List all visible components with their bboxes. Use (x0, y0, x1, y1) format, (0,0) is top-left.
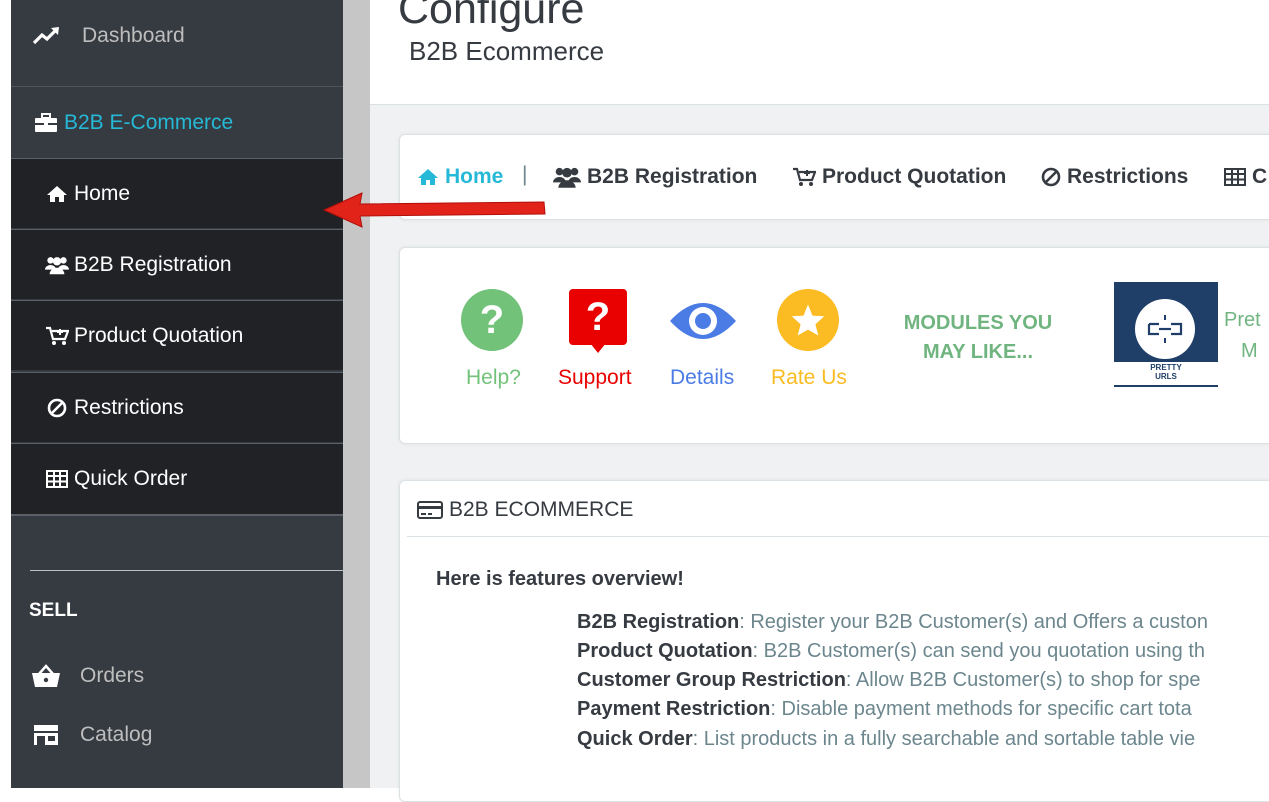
feature-desc: : B2B Customer(s) can send you quotation… (752, 640, 1206, 662)
table-icon (1224, 168, 1246, 186)
annotation-arrow-icon (322, 192, 546, 228)
sidebar-item-quick-order[interactable]: Quick Order (11, 443, 343, 516)
feature-item: Product Quotation: B2B Customer(s) can s… (577, 640, 1205, 663)
star-icon[interactable] (777, 289, 839, 351)
sidebar-item-b2b-registration[interactable]: B2B Registration (11, 229, 343, 299)
sidebar-item-home[interactable]: Home (11, 158, 343, 228)
promo-title-partial-2[interactable]: M (1241, 340, 1258, 363)
support-icon-tail (590, 343, 606, 353)
eye-icon[interactable] (668, 293, 738, 354)
users-icon (45, 255, 69, 275)
home-icon (45, 185, 69, 203)
thumbnail-line-1: PRETTY (1150, 363, 1182, 372)
feature-desc: : List products in a fully searchable an… (692, 728, 1196, 750)
sidebar-item-restrictions[interactable]: Restrictions (11, 372, 343, 442)
sidebar-item-label: B2B Registration (74, 252, 232, 276)
ban-icon (1041, 167, 1061, 187)
feature-item: Customer Group Restriction: Allow B2B Cu… (577, 669, 1201, 692)
store-icon (33, 724, 59, 746)
link-icon (1135, 299, 1195, 359)
support-icon[interactable]: ? (569, 289, 627, 345)
tab-label: Product Quotation (822, 165, 1007, 188)
tab-home[interactable]: Home (417, 163, 503, 191)
sidebar-gutter (343, 0, 370, 788)
modules-line-1: MODULES YOU (903, 312, 1053, 334)
modules-heading: MODULES YOU MAY LIKE... (893, 309, 1063, 367)
home-icon (418, 169, 438, 185)
module-label: B2B E-Commerce (64, 111, 234, 134)
panel-heading: B2B ECOMMERCE (417, 498, 633, 522)
module-thumbnail[interactable]: PRETTY URLS (1114, 282, 1218, 388)
sidebar-item-product-quotation[interactable]: Product Quotation (11, 300, 343, 370)
support-link[interactable]: Support (558, 366, 632, 390)
feature-item: Payment Restriction: Disable payment met… (577, 698, 1192, 721)
sidebar-item-label: Restrictions (74, 395, 184, 419)
help-icon[interactable]: ? (461, 289, 523, 351)
thumbnail-caption: PRETTY URLS (1114, 363, 1218, 381)
details-link[interactable]: Details (670, 366, 734, 390)
page-subtitle: B2B Ecommerce (409, 36, 605, 66)
tab-label: Restrictions (1067, 165, 1189, 188)
tab-separator: | (522, 163, 528, 186)
features-overview: Here is features overview! (436, 568, 684, 590)
promo-title-partial[interactable]: Pret (1224, 309, 1261, 332)
sidebar: Dashboard B2B E-Commerce Home B2B Regist… (11, 0, 343, 788)
feature-name: Customer Group Restriction (577, 669, 846, 691)
feature-item: Quick Order: List products in a fully se… (577, 728, 1195, 751)
feature-desc: : Register your B2B Customer(s) and Offe… (739, 611, 1208, 633)
panel-divider (407, 536, 1269, 537)
sidebar-item-orders[interactable]: Orders (11, 655, 343, 697)
divider (11, 86, 343, 87)
section-label-sell: SELL (29, 600, 78, 621)
tab-label: B2B Registration (587, 165, 758, 188)
thumbnail-line-2: URLS (1155, 372, 1177, 381)
tab-label: Home (445, 165, 504, 188)
ban-icon (45, 398, 69, 418)
sidebar-item-label: Product Quotation (74, 323, 244, 347)
tab-restrictions[interactable]: Restrictions (1041, 163, 1188, 191)
cart-icon (45, 326, 69, 346)
feature-name: B2B Registration (577, 611, 740, 633)
dashboard-label: Dashboard (82, 24, 185, 47)
tab-b2b-registration[interactable]: B2B Registration (553, 163, 757, 191)
feature-desc: : Allow B2B Customer(s) to shop for spe (845, 669, 1201, 691)
panel-heading-label: B2B ECOMMERCE (449, 498, 634, 521)
feature-name: Quick Order (577, 728, 693, 750)
help-link[interactable]: Help? (466, 366, 521, 390)
feature-name: Payment Restriction (577, 698, 771, 720)
feature-name: Product Quotation (577, 640, 753, 662)
divider (30, 570, 343, 571)
basket-icon (31, 664, 61, 688)
orders-label: Orders (80, 664, 145, 687)
rate-link[interactable]: Rate Us (771, 366, 847, 390)
sidebar-item-catalog[interactable]: Catalog (11, 714, 343, 756)
sidebar-item-b2b-ecommerce[interactable]: B2B E-Commerce (11, 88, 343, 158)
credit-card-icon (417, 501, 443, 519)
trend-icon (32, 26, 60, 46)
feature-desc: : Disable payment methods for specific c… (770, 698, 1192, 720)
users-icon (553, 167, 581, 188)
cart-icon (793, 167, 816, 186)
sidebar-item-dashboard[interactable]: Dashboard (11, 0, 343, 72)
sidebar-item-label: Quick Order (74, 467, 188, 490)
modules-line-2: MAY LIKE... (922, 341, 1034, 363)
feature-item: B2B Registration: Register your B2B Cust… (577, 611, 1208, 634)
catalog-label: Catalog (80, 723, 153, 746)
tab-product-quotation[interactable]: Product Quotation (792, 163, 1006, 191)
sidebar-item-label: Home (74, 181, 131, 205)
briefcase-icon (34, 113, 58, 133)
table-icon (45, 470, 69, 488)
page-title: Configure (398, 0, 585, 33)
thumbnail-underline (1114, 385, 1218, 387)
